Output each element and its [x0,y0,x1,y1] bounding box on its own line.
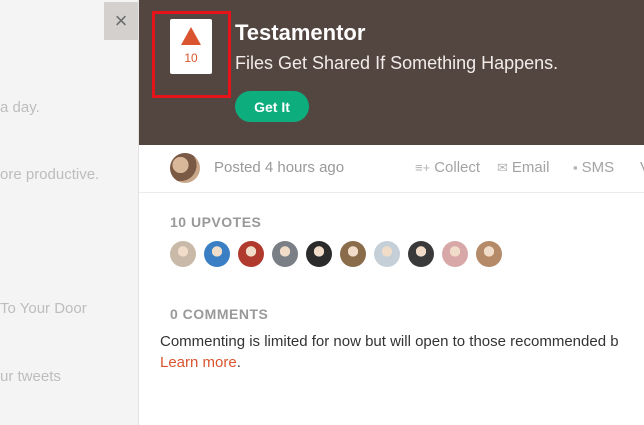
upvoter-avatar[interactable] [408,241,434,267]
upvoter-avatar[interactable] [442,241,468,267]
email-label: Email [511,159,550,176]
highlight-box [152,11,231,98]
upvoter-avatar[interactable] [170,241,196,267]
close-icon: × [114,8,128,33]
upvoter-avatar[interactable] [374,241,400,267]
background-text: ur tweets [0,368,61,385]
background-page: a day. ore productive. To Your Door ur t… [0,0,138,425]
upvoter-avatar[interactable] [238,241,264,267]
product-detail-panel: 10 Testamentor Files Get Shared If Somet… [138,0,644,425]
upvoter-avatar[interactable] [272,241,298,267]
learn-more-period: . [236,354,241,371]
collect-label: Collect [434,159,481,176]
meta-row: Posted 4 hours ago ≡+ Collect ✉ Email ▪ … [139,145,644,193]
get-it-button[interactable]: Get It [235,91,309,122]
upvoter-avatar[interactable] [476,241,502,267]
more-share-button[interactable]: V [640,159,644,176]
comments-heading: 0 COMMENTS [170,306,269,322]
upvoter-list [170,241,502,267]
product-tagline: Files Get Shared If Something Happens. [235,53,559,73]
background-text: ore productive. [0,166,100,183]
background-text: a day. [0,99,40,116]
learn-more-link[interactable]: Learn more [160,354,237,371]
envelope-icon: ✉ [497,159,508,175]
collect-icon: ≡+ [415,160,431,175]
product-title[interactable]: Testamentor [235,20,365,46]
posted-time: Posted 4 hours ago [214,159,345,176]
collect-button[interactable]: ≡+ Collect [415,159,480,176]
upvoter-avatar[interactable] [306,241,332,267]
product-header: 10 Testamentor Files Get Shared If Somet… [139,0,644,145]
commenting-notice: Commenting is limited for now but will o… [160,333,619,350]
close-button[interactable]: × [104,2,138,40]
sms-label: SMS [581,159,615,176]
upvoter-avatar[interactable] [204,241,230,267]
learn-more-line: Learn more. [160,354,241,371]
sms-button[interactable]: ▪ SMS [573,159,614,176]
upvotes-heading: 10 UPVOTES [170,214,262,230]
email-button[interactable]: ✉ Email [497,159,549,176]
upvoter-avatar[interactable] [340,241,366,267]
hunter-avatar[interactable] [170,153,200,183]
chat-bubble-icon: ▪ [573,160,578,175]
background-text: To Your Door [0,300,87,317]
more-share-label: V [640,159,644,176]
